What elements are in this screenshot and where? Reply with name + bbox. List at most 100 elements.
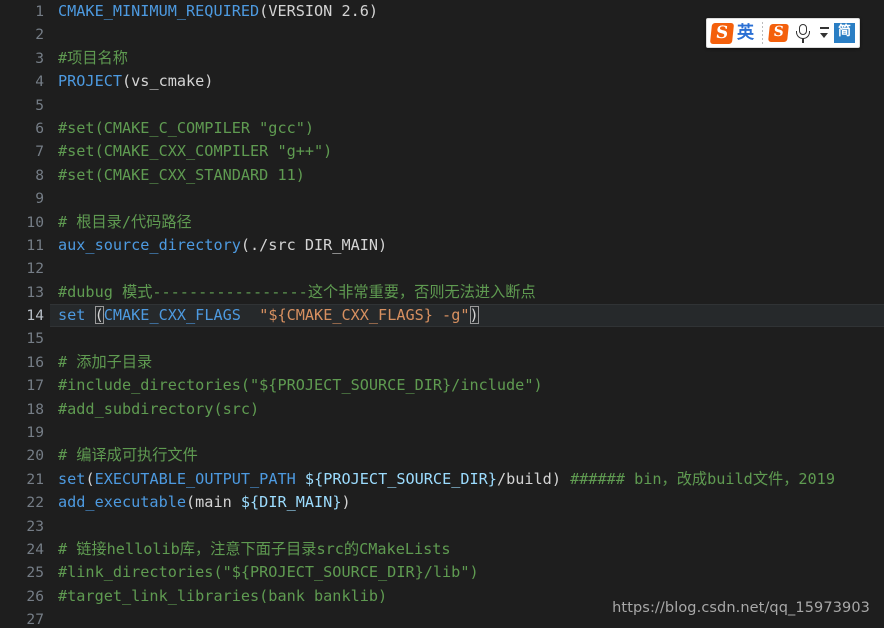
line-number[interactable]: 17: [0, 374, 44, 397]
line-number[interactable]: 13: [0, 281, 44, 304]
code-line-content[interactable]: # 链接hellolib库，注意下面子目录src的CMakeLists: [58, 538, 451, 561]
code-line-content[interactable]: add_executable(main ${DIR_MAIN}): [58, 491, 351, 514]
code-token: set: [58, 469, 86, 488]
ime-logo-group[interactable]: S 英: [709, 20, 759, 46]
line-number[interactable]: 16: [0, 351, 44, 374]
code-line[interactable]: 19: [0, 421, 884, 444]
ime-drag-handle[interactable]: [762, 22, 763, 44]
code-token: (vs_cmake): [122, 72, 214, 91]
code-line-content[interactable]: set (CMAKE_CXX_FLAGS "${CMAKE_CXX_FLAGS}…: [58, 304, 479, 327]
code-line[interactable]: 22 add_executable(main ${DIR_MAIN}): [0, 491, 884, 514]
line-number[interactable]: 10: [0, 211, 44, 234]
line-number[interactable]: 23: [0, 515, 44, 538]
code-token: EXECUTABLE_OUTPUT_PATH: [94, 469, 296, 488]
code-line-content[interactable]: #include_directories("${PROJECT_SOURCE_D…: [58, 374, 543, 397]
line-number[interactable]: 6: [0, 117, 44, 140]
sogou-logo-icon[interactable]: S: [709, 22, 735, 44]
code-line[interactable]: 7 #set(CMAKE_CXX_COMPILER "g++"): [0, 140, 884, 163]
line-number[interactable]: 8: [0, 164, 44, 187]
code-line[interactable]: 13 #dubug 模式-----------------这个非常重要，否则无法进…: [0, 281, 884, 304]
code-line[interactable]: 5: [0, 94, 884, 117]
line-number[interactable]: 2: [0, 23, 44, 46]
line-number[interactable]: 3: [0, 47, 44, 70]
code-line[interactable]: 12: [0, 257, 884, 280]
line-number[interactable]: 5: [0, 94, 44, 117]
code-line-content[interactable]: #set(CMAKE_C_COMPILER "gcc"): [58, 117, 314, 140]
code-line-content[interactable]: #set(CMAKE_CXX_STANDARD 11): [58, 164, 305, 187]
code-token: # 根目录/代码路径: [58, 212, 192, 231]
code-token: # 链接hellolib库，注意下面子目录src的CMakeLists: [58, 539, 451, 558]
code-line[interactable]: 9: [0, 187, 884, 210]
code-line[interactable]: 3 #项目名称: [0, 47, 884, 70]
bracket-match-icon: ): [469, 306, 479, 325]
code-token: set: [58, 306, 95, 325]
line-number[interactable]: 1: [0, 0, 44, 23]
line-number[interactable]: 14: [0, 304, 44, 327]
code-token: #set(CMAKE_CXX_STANDARD 11): [58, 165, 305, 184]
code-line[interactable]: 18 #add_subdirectory(src): [0, 398, 884, 421]
code-token: #dubug 模式-----------------这个非常重要，否则无法进入断…: [58, 282, 536, 301]
code-line[interactable]: 6 #set(CMAKE_C_COMPILER "gcc"): [0, 117, 884, 140]
code-line[interactable]: 21 set(EXECUTABLE_OUTPUT_PATH ${PROJECT_S…: [0, 468, 884, 491]
code-line-content[interactable]: aux_source_directory(./src DIR_MAIN): [58, 234, 387, 257]
code-line[interactable]: 15: [0, 327, 884, 350]
ime-mode-label[interactable]: 英: [735, 22, 759, 44]
code-line-content[interactable]: #项目名称: [58, 47, 128, 70]
code-editor[interactable]: 1 CMAKE_MINIMUM_REQUIRED(VERSION 2.6) 2 3 #项…: [0, 0, 884, 628]
code-token: #add_subdirectory(src): [58, 399, 260, 418]
code-line-content[interactable]: #set(CMAKE_CXX_COMPILER "g++"): [58, 140, 332, 163]
editor-text-area[interactable]: 1 CMAKE_MINIMUM_REQUIRED(VERSION 2.6) 2 3 #项…: [0, 0, 884, 628]
code-line-content[interactable]: #target_link_libraries(bank banklib): [58, 585, 387, 608]
code-line[interactable]: 17 #include_directories("${PROJECT_SOURCE…: [0, 374, 884, 397]
code-line[interactable]: 8 #set(CMAKE_CXX_STANDARD 11): [0, 164, 884, 187]
line-number[interactable]: 27: [0, 608, 44, 628]
line-number[interactable]: 21: [0, 468, 44, 491]
code-token: #target_link_libraries(bank banklib): [58, 586, 388, 605]
watermark-url: https://blog.csdn.net/qq_15973903: [612, 600, 870, 616]
line-number[interactable]: 24: [0, 538, 44, 561]
code-line-content[interactable]: CMAKE_MINIMUM_REQUIRED(VERSION 2.6): [58, 0, 378, 23]
keyboard-icon[interactable]: 简: [834, 23, 855, 43]
line-number[interactable]: 22: [0, 491, 44, 514]
code-line[interactable]: 20 # 编译成可执行文件: [0, 444, 884, 467]
line-number[interactable]: 11: [0, 234, 44, 257]
code-line[interactable]: 16 # 添加子目录: [0, 351, 884, 374]
line-number[interactable]: 19: [0, 421, 44, 444]
code-line-content[interactable]: #add_subdirectory(src): [58, 398, 259, 421]
code-line[interactable]: 23: [0, 515, 884, 538]
code-token: #set(CMAKE_CXX_COMPILER "g++"): [58, 142, 333, 161]
code-line[interactable]: 24 # 链接hellolib库，注意下面子目录src的CMakeLists: [0, 538, 884, 561]
code-token: # 添加子目录: [58, 352, 153, 371]
code-line-content[interactable]: set(EXECUTABLE_OUTPUT_PATH ${PROJECT_SOU…: [58, 468, 835, 491]
code-line-content[interactable]: #dubug 模式-----------------这个非常重要，否则无法进入断…: [58, 281, 536, 304]
code-line-content[interactable]: #link_directories("${PROJECT_SOURCE_DIR}…: [58, 561, 479, 584]
sogou-menu-icon[interactable]: S: [768, 24, 789, 42]
microphone-icon[interactable]: [793, 22, 813, 44]
sogou-ime-toolbar[interactable]: S 英 S 简: [706, 18, 860, 48]
line-number[interactable]: 15: [0, 327, 44, 350]
code-token: add_executable: [58, 493, 187, 512]
code-line-content[interactable]: # 根目录/代码路径: [58, 211, 192, 234]
code-token: #link_directories("${PROJECT_SOURCE_DIR}…: [58, 563, 479, 582]
line-number[interactable]: 18: [0, 398, 44, 421]
code-line-content[interactable]: PROJECT(vs_cmake): [58, 70, 213, 93]
code-token: (main: [186, 493, 241, 512]
code-line[interactable]: 10 # 根目录/代码路径: [0, 211, 884, 234]
code-line[interactable]: 11 aux_source_directory(./src DIR_MAIN): [0, 234, 884, 257]
line-number[interactable]: 7: [0, 140, 44, 163]
code-token: # 编译成可执行文件: [58, 446, 198, 465]
line-number[interactable]: 12: [0, 257, 44, 280]
line-number[interactable]: 26: [0, 585, 44, 608]
code-line[interactable]: 25 #link_directories("${PROJECT_SOURCE_DI…: [0, 561, 884, 584]
line-number[interactable]: 20: [0, 444, 44, 467]
code-line-content[interactable]: # 编译成可执行文件: [58, 444, 198, 467]
line-number[interactable]: 25: [0, 561, 44, 584]
code-line[interactable]: 4 PROJECT(vs_cmake): [0, 70, 884, 93]
chevron-down-icon[interactable]: [819, 22, 830, 44]
code-line-content[interactable]: # 添加子目录: [58, 351, 152, 374]
line-number[interactable]: 9: [0, 187, 44, 210]
code-line[interactable]: 14 set (CMAKE_CXX_FLAGS "${CMAKE_CXX_FLAG…: [0, 304, 884, 328]
line-number[interactable]: 4: [0, 70, 44, 93]
